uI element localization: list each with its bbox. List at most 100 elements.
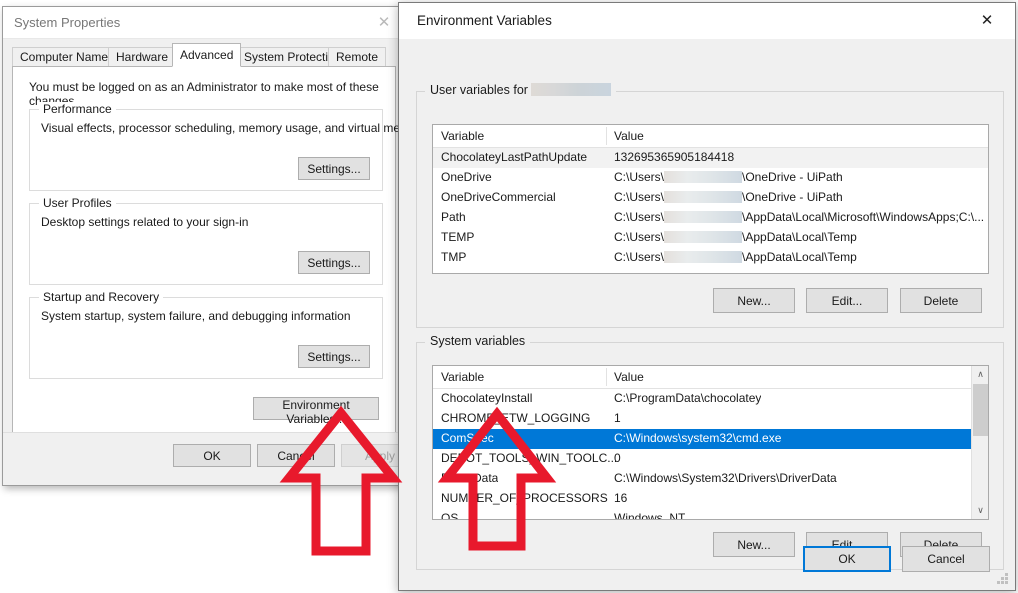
system-variables-group: System variables Variable Value Chocolat…: [416, 334, 1004, 570]
table-row[interactable]: OS Windows_NT: [433, 509, 988, 520]
cell-variable: NUMBER_OF_PROCESSORS: [441, 491, 608, 505]
system-properties-window: System Properties ✕ Computer Name Hardwa…: [2, 6, 427, 486]
scrollbar-thumb[interactable]: [973, 384, 988, 436]
startup-recovery-group: Startup and Recovery System startup, sys…: [29, 290, 383, 379]
cell-variable: ChocolateyInstall: [441, 391, 533, 405]
redacted-username: [664, 171, 743, 183]
cell-variable: TEMP: [441, 230, 475, 244]
cell-variable: OneDriveCommercial: [441, 190, 556, 204]
cell-value: 0: [614, 451, 621, 465]
system-properties-footer: OK Cancel Apply: [3, 432, 419, 476]
table-row[interactable]: DriverData C:\Windows\System32\Drivers\D…: [433, 469, 988, 489]
cell-variable: DEPOT_TOOLS_WIN_TOOLC...: [441, 451, 618, 465]
cell-value: C:\Users\ \OneDrive - UiPath: [614, 190, 843, 204]
system-properties-body: Computer Name Hardware Advanced System P…: [3, 43, 427, 476]
performance-group: Performance Visual effects, processor sc…: [29, 102, 427, 191]
table-row[interactable]: DEPOT_TOOLS_WIN_TOOLC... 0: [433, 449, 988, 469]
performance-description: Visual effects, processor scheduling, me…: [41, 121, 427, 135]
environment-variables-cancel-button[interactable]: Cancel: [902, 546, 990, 572]
system-variables-legend: System variables: [425, 334, 531, 348]
table-row[interactable]: TMP C:\Users\ \AppData\Local\Temp: [433, 248, 988, 268]
table-row[interactable]: Path C:\Users\ \AppData\Local\Microsoft\W…: [433, 208, 988, 228]
environment-variables-ok-button[interactable]: OK: [803, 546, 891, 572]
table-row-selected[interactable]: ComSpec C:\Windows\system32\cmd.exe: [433, 429, 988, 449]
table-row[interactable]: ChocolateyInstall C:\ProgramData\chocola…: [433, 389, 988, 409]
user-profiles-description: Desktop settings related to your sign-in: [41, 215, 249, 229]
column-divider: [606, 368, 607, 386]
column-header-value: Value: [614, 370, 644, 384]
environment-variables-body: User variables for Variable Value Chocol…: [399, 39, 1015, 590]
advanced-tab-panel: You must be logged on as an Administrato…: [12, 66, 427, 476]
table-row[interactable]: TEMP C:\Users\ \AppData\Local\Temp: [433, 228, 988, 248]
redacted-username: [664, 231, 743, 243]
cell-variable: Path: [441, 210, 466, 224]
environment-variables-button[interactable]: Environment Variables...: [253, 397, 379, 426]
environment-variables-window: Environment Variables ✕ User variables f…: [398, 2, 1016, 591]
redacted-username: [664, 191, 743, 203]
environment-variables-titlebar: Environment Variables ✕: [399, 3, 1015, 39]
environment-variables-footer: OK Cancel: [399, 538, 1015, 590]
cell-variable: ComSpec: [441, 431, 494, 445]
system-properties-cancel-button[interactable]: Cancel: [257, 444, 335, 467]
table-row[interactable]: ChocolateyLastPathUpdate 132695365905184…: [433, 148, 988, 168]
user-variables-legend-text: User variables for: [430, 83, 528, 97]
startup-recovery-settings-button[interactable]: Settings...: [298, 345, 370, 368]
user-variables-edit-button[interactable]: Edit...: [806, 288, 888, 313]
column-header-value: Value: [614, 129, 644, 143]
performance-settings-button[interactable]: Settings...: [298, 157, 370, 180]
scroll-down-icon[interactable]: ∨: [972, 502, 988, 519]
user-variables-new-button[interactable]: New...: [713, 288, 795, 313]
cell-value: 16: [614, 491, 628, 505]
table-row[interactable]: OneDriveCommercial C:\Users\ \OneDrive - …: [433, 188, 988, 208]
system-properties-title: System Properties: [14, 15, 121, 30]
redacted-username: [664, 251, 743, 263]
tab-advanced[interactable]: Advanced: [172, 43, 242, 67]
cell-variable: OneDrive: [441, 170, 492, 184]
user-variables-header: Variable Value: [433, 125, 988, 148]
user-profiles-group-legend: User Profiles: [39, 196, 116, 210]
system-variables-listbox[interactable]: Variable Value ChocolateyInstall C:\Prog…: [432, 365, 989, 520]
cell-value: 1: [614, 411, 621, 425]
system-variables-header: Variable Value: [433, 366, 988, 389]
column-header-variable: Variable: [441, 370, 485, 384]
tab-remote[interactable]: Remote: [328, 47, 387, 67]
environment-variables-title: Environment Variables: [417, 13, 552, 28]
scroll-up-icon[interactable]: ∧: [972, 366, 988, 383]
user-profiles-settings-button[interactable]: Settings...: [298, 251, 370, 274]
cell-variable: ChocolateyLastPathUpdate: [441, 150, 588, 164]
cell-variable: TMP: [441, 250, 467, 264]
cell-value: C:\Windows\System32\Drivers\DriverData: [614, 471, 837, 485]
system-variables-scrollbar[interactable]: ∧ ∨: [971, 366, 988, 519]
redacted-username: [664, 211, 743, 223]
user-variables-delete-button[interactable]: Delete: [900, 288, 982, 313]
close-icon[interactable]: ✕: [967, 9, 1007, 33]
column-divider: [606, 127, 607, 145]
performance-group-legend: Performance: [39, 102, 116, 116]
cell-value: Windows_NT: [614, 511, 686, 520]
close-icon[interactable]: ✕: [369, 12, 399, 34]
tabstrip: Computer Name Hardware Advanced System P…: [12, 43, 396, 67]
resize-grip-icon[interactable]: [997, 573, 1008, 584]
cell-variable: CHROME_ETW_LOGGING: [441, 411, 591, 425]
cell-value: C:\Users\ \AppData\Local\Temp: [614, 230, 857, 244]
system-properties-titlebar: System Properties ✕: [3, 7, 405, 39]
cell-value: C:\Users\ \OneDrive - UiPath: [614, 170, 843, 184]
cell-variable: OS: [441, 511, 459, 520]
tab-computer-name[interactable]: Computer Name: [12, 47, 117, 67]
cell-value: C:\Windows\system32\cmd.exe: [614, 431, 782, 445]
cell-variable: DriverData: [441, 471, 499, 485]
cell-value: C:\ProgramData\chocolatey: [614, 391, 762, 405]
table-row[interactable]: NUMBER_OF_PROCESSORS 16: [433, 489, 988, 509]
user-profiles-group: User Profiles Desktop settings related t…: [29, 196, 383, 285]
screenshot-root: System Properties ✕ Computer Name Hardwa…: [0, 0, 1018, 593]
startup-recovery-description: System startup, system failure, and debu…: [41, 309, 351, 323]
system-properties-ok-button[interactable]: OK: [173, 444, 251, 467]
user-variables-listbox[interactable]: Variable Value ChocolateyLastPathUpdate …: [432, 124, 989, 274]
user-variables-group: User variables for Variable Value Chocol…: [416, 83, 1004, 328]
cell-value: C:\Users\ \AppData\Local\Microsoft\Window…: [614, 210, 985, 224]
table-row[interactable]: CHROME_ETW_LOGGING 1: [433, 409, 988, 429]
user-variables-legend: User variables for: [425, 83, 617, 97]
tab-hardware[interactable]: Hardware: [108, 47, 177, 67]
redacted-username: [531, 83, 612, 96]
table-row[interactable]: OneDrive C:\Users\ \OneDrive - UiPath: [433, 168, 988, 188]
